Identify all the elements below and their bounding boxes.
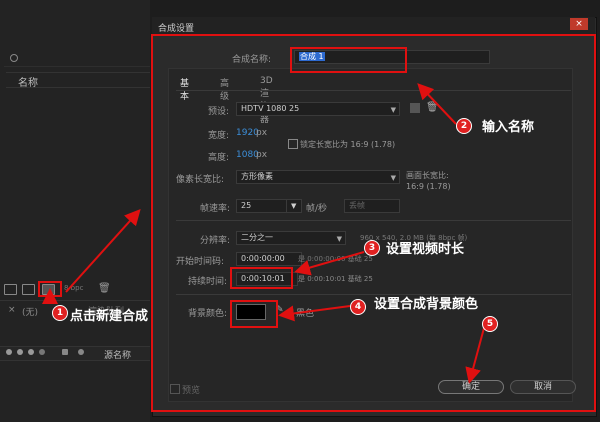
annotation-text-1: 点击新建合成	[70, 309, 149, 324]
annotation-badge-2: 2	[456, 118, 472, 134]
annotation-arrows	[42, 83, 485, 384]
annotation-text-2: 输入名称	[482, 120, 535, 135]
annotation-badge-5: 5	[482, 316, 498, 332]
annotation-text-4: 设置合成背景颜色	[374, 297, 479, 312]
annotation-badge-1: 1	[52, 305, 68, 321]
annotation-text-3: 设置视频时长	[386, 242, 465, 257]
annotation-badge-3: 3	[364, 240, 380, 256]
annotation-badge-4: 4	[350, 299, 366, 315]
